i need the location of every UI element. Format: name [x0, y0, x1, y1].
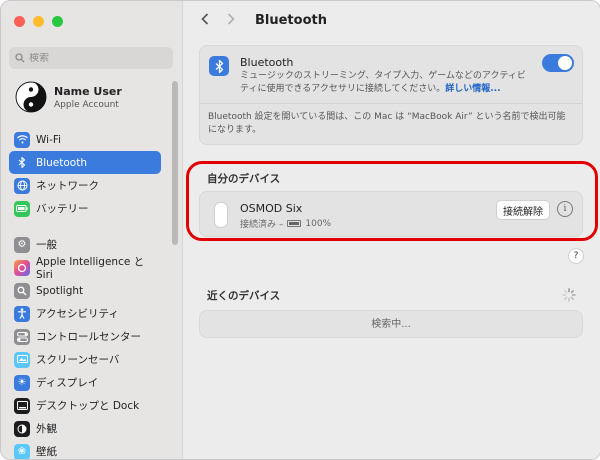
sun-icon: ☀: [14, 374, 30, 391]
bluetooth-description: ミュージックのストリーミング、タイプ入力、ゲームなどのアクティビティに使用できる…: [240, 70, 530, 96]
sidebar-item-accessibility[interactable]: アクセシビリティ: [9, 302, 161, 325]
back-button[interactable]: [201, 11, 221, 29]
learn-more-link[interactable]: 詳しい情報...: [445, 84, 500, 94]
sidebar-item-label: スクリーンセーバ: [36, 354, 120, 366]
divider: [200, 103, 582, 104]
sidebar-item-label: 壁紙: [36, 446, 57, 458]
sidebar-item-label: 一般: [36, 239, 57, 251]
discoverable-note: Bluetooth 設定を開いている間は、この Mac は “MacBook A…: [208, 112, 566, 135]
apple-account[interactable]: Name User Apple Account: [15, 81, 122, 113]
sidebar-item-label: Apple Intelligence と Siri: [36, 256, 145, 281]
sidebar-item-bluetooth[interactable]: Bluetooth: [9, 151, 161, 174]
sidebar-item-label: デスクトップと Dock: [36, 400, 140, 412]
minimize-window-button[interactable]: [33, 16, 44, 27]
battery-level: 100%: [305, 218, 332, 229]
sidebar-item-display[interactable]: ☀ ディスプレイ: [9, 371, 161, 394]
avatar: [15, 81, 47, 113]
device-name: OSMOD Six: [240, 202, 303, 215]
searching-text: 検索中...: [371, 319, 411, 330]
sidebar-item-desktop-dock[interactable]: デスクトップと Dock: [9, 394, 161, 417]
sidebar-item-spotlight[interactable]: Spotlight: [9, 279, 161, 302]
user-subtitle: Apple Account: [54, 99, 119, 110]
mouse-icon: [214, 202, 228, 228]
sidebar-item-label: Bluetooth: [36, 156, 87, 169]
battery-icon: [287, 220, 302, 227]
sidebar: Name User Apple Account Wi-Fi Bluetooth: [1, 1, 183, 459]
screensaver-icon: [14, 351, 30, 368]
gear-icon: ⚙: [14, 236, 30, 253]
toolbar: Bluetooth: [201, 11, 327, 29]
info-icon[interactable]: i: [557, 201, 573, 217]
device-status: 接続済み – 100%: [240, 217, 332, 231]
page-title: Bluetooth: [255, 12, 327, 28]
bluetooth-title: Bluetooth: [240, 56, 294, 69]
sidebar-item-wallpaper[interactable]: ❀ 壁紙: [9, 440, 161, 459]
sidebar-item-battery[interactable]: バッテリー: [9, 197, 161, 220]
sidebar-item-label: ネットワーク: [36, 180, 99, 192]
bluetooth-icon: [209, 56, 229, 76]
dock-icon: [14, 397, 30, 414]
sidebar-item-label: バッテリー: [36, 203, 89, 215]
globe-icon: [14, 177, 30, 194]
bluetooth-icon: [14, 154, 30, 171]
sidebar-group-network: Wi-Fi Bluetooth ネットワーク バッテリー: [9, 128, 161, 220]
bluetooth-card: Bluetooth ミュージックのストリーミング、タイプ入力、ゲームなどのアクテ…: [199, 45, 583, 145]
sidebar-item-label: Spotlight: [36, 284, 84, 297]
user-name: Name User: [54, 84, 122, 98]
search-icon: [15, 53, 25, 63]
chevron-left-icon: [201, 13, 209, 25]
sidebar-group-system: ⚙ 一般 Apple Intelligence と Siri Spotlight: [9, 233, 161, 459]
sidebar-search[interactable]: [9, 47, 173, 69]
chevron-right-icon: [227, 13, 235, 25]
sidebar-item-appearance[interactable]: 外観: [9, 417, 161, 440]
battery-icon: [14, 200, 30, 217]
sidebar-item-wifi[interactable]: Wi-Fi: [9, 128, 161, 151]
disconnect-button[interactable]: 接続解除: [496, 200, 550, 220]
my-devices-heading: 自分のデバイス: [207, 173, 281, 185]
sidebar-item-network[interactable]: ネットワーク: [9, 174, 161, 197]
nearby-devices-heading: 近くのデバイス: [207, 290, 281, 302]
sidebar-scrollbar[interactable]: [172, 81, 178, 245]
zoom-window-button[interactable]: [52, 16, 63, 27]
bluetooth-toggle[interactable]: [542, 54, 574, 72]
spotlight-icon: [14, 282, 30, 299]
sidebar-item-label: コントロールセンター: [36, 331, 141, 343]
sidebar-item-general[interactable]: ⚙ 一般: [9, 233, 161, 256]
control-center-icon: [14, 328, 30, 345]
connection-status: 接続済み –: [240, 220, 284, 230]
sidebar-item-label: ディスプレイ: [36, 377, 99, 389]
sidebar-item-label: アクセシビリティ: [36, 308, 119, 320]
window-controls: [14, 16, 63, 27]
accessibility-icon: [14, 305, 30, 322]
siri-icon: [14, 259, 30, 276]
wallpaper-icon: ❀: [14, 443, 30, 459]
spinner-icon: [562, 288, 576, 302]
wifi-icon: [14, 131, 30, 148]
yin-yang-icon: [15, 81, 47, 113]
sidebar-item-label: Wi-Fi: [36, 133, 62, 146]
help-button[interactable]: ?: [568, 248, 584, 264]
nearby-devices-list: 検索中...: [199, 310, 583, 338]
sidebar-item-control-center[interactable]: コントロールセンター: [9, 325, 161, 348]
sidebar-item-label: 外観: [36, 423, 57, 435]
search-input[interactable]: [29, 52, 149, 64]
sidebar-item-screensaver[interactable]: スクリーンセーバ: [9, 348, 161, 371]
main-pane: Bluetooth Bluetooth ミュージックのストリーミング、タイプ入力…: [183, 1, 600, 459]
device-row[interactable]: OSMOD Six 接続済み – 100% 接続解除 i: [199, 191, 583, 237]
appearance-icon: [14, 420, 30, 437]
toggle-knob: [558, 56, 572, 70]
close-window-button[interactable]: [14, 16, 25, 27]
settings-window: Name User Apple Account Wi-Fi Bluetooth: [0, 0, 600, 460]
sidebar-item-apple-intelligence[interactable]: Apple Intelligence と Siri: [9, 256, 161, 281]
forward-button[interactable]: [227, 11, 247, 29]
